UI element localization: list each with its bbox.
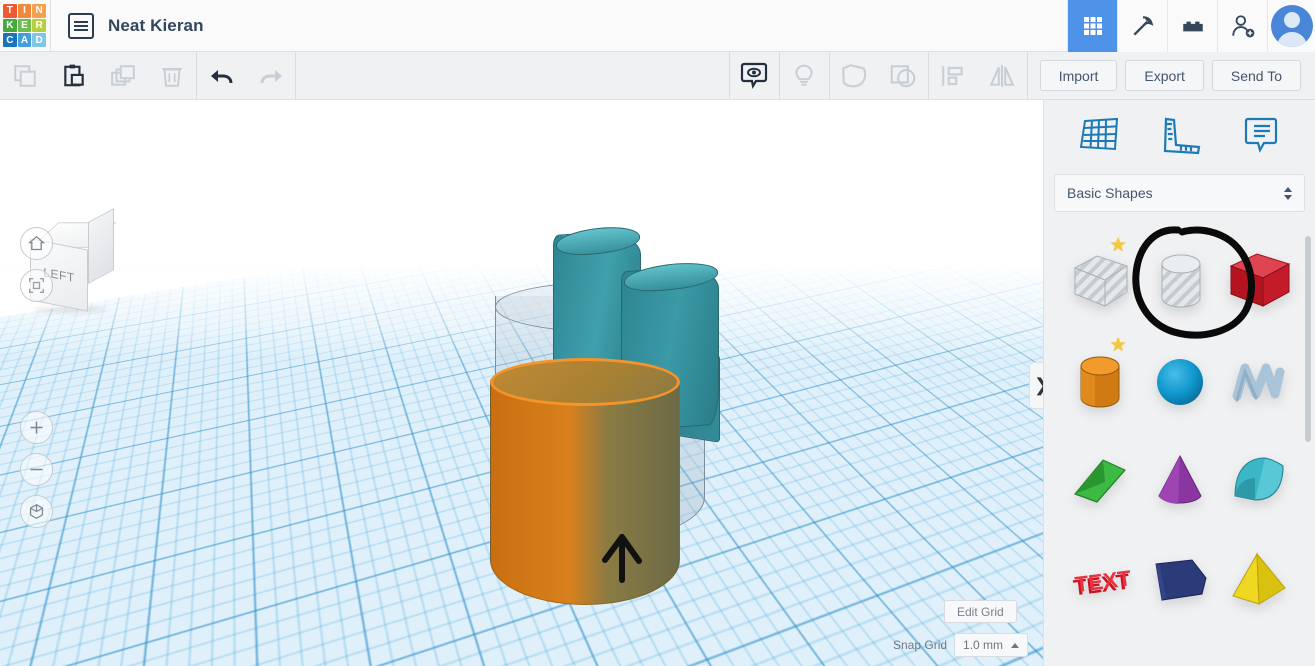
shape-category-value: Basic Shapes: [1067, 185, 1153, 201]
snap-grid-label: Snap Grid: [893, 638, 948, 652]
divider: [1026, 52, 1028, 99]
pickaxe-icon[interactable]: [1117, 0, 1167, 52]
undo-icon[interactable]: [197, 52, 246, 99]
3d-canvas[interactable]: LEFT: [0, 100, 1043, 666]
align-icon[interactable]: [929, 52, 978, 99]
tinkercad-logo[interactable]: T I N K E R C A D: [2, 3, 47, 48]
logo-tile-7: A: [17, 33, 32, 47]
ungroup-icon[interactable]: [879, 52, 928, 99]
duplicate-icon[interactable]: [98, 52, 147, 99]
page-title: Neat Kieran: [108, 15, 204, 35]
paste-icon[interactable]: [49, 52, 98, 99]
shape-item-pyramid-yellow[interactable]: [1219, 530, 1298, 630]
hand-drawn-circle: [1130, 222, 1262, 352]
gallery-grid-icon[interactable]: [1067, 0, 1117, 52]
shape-item-row5-b[interactable]: [1141, 630, 1220, 666]
logo-tile-8: D: [32, 33, 46, 47]
export-button[interactable]: Export: [1125, 60, 1204, 91]
shapes-panel: Basic Shapes ★ ★ TEXT TEXT: [1043, 100, 1315, 666]
snap-grid-select[interactable]: 1.0 mm: [954, 633, 1029, 657]
group-icon[interactable]: [830, 52, 879, 99]
avatar[interactable]: [1267, 0, 1315, 52]
shape-item-polygon-navy[interactable]: [1141, 530, 1220, 630]
snap-grid-control: Snap Grid 1.0 mm: [893, 633, 1029, 657]
home-view-button[interactable]: [20, 227, 53, 260]
send-to-button[interactable]: Send To: [1211, 60, 1301, 91]
top-bar-actions: [1067, 0, 1315, 52]
invite-person-icon[interactable]: [1217, 0, 1267, 52]
edit-grid-button[interactable]: Edit Grid: [944, 600, 1017, 623]
import-button[interactable]: Import: [1039, 60, 1118, 91]
perspective-toggle-button[interactable]: [20, 495, 53, 528]
workplane-icon[interactable]: [1075, 113, 1123, 157]
chevron-updown-icon: [1284, 186, 1292, 200]
shape-item-tube-teal[interactable]: [1219, 430, 1298, 530]
logo-tile-2: N: [32, 4, 46, 18]
shape-category-select[interactable]: Basic Shapes: [1054, 174, 1305, 212]
logo-tile-6: C: [3, 33, 17, 47]
hand-drawn-arrow: [592, 522, 654, 589]
top-bar: T I N K E R C A D Neat Kieran: [0, 0, 1315, 52]
divider: [50, 0, 51, 52]
tinkercad-app: T I N K E R C A D Neat Kieran Import Exp…: [0, 0, 1315, 666]
shape-item-box-hole[interactable]: ★: [1062, 230, 1141, 330]
light-bulb-icon[interactable]: [780, 52, 829, 99]
panel-header-icons: [1044, 100, 1315, 170]
shape-item-row5-c[interactable]: [1219, 630, 1298, 666]
logo-tile-3: K: [3, 18, 17, 33]
edit-toolbar: Import Export Send To: [0, 52, 1315, 100]
snap-grid-value: 1.0 mm: [963, 638, 1004, 652]
zoom-in-button[interactable]: [20, 411, 53, 444]
logo-tile-0: T: [3, 4, 17, 18]
shape-item-roof-green[interactable]: [1062, 430, 1141, 530]
favorite-star-icon: ★: [1109, 335, 1127, 356]
copy-icon[interactable]: [0, 52, 49, 99]
divider: [295, 52, 296, 99]
workplane-grid: [0, 100, 1043, 666]
logo-tile-4: E: [17, 18, 32, 33]
panel-scrollbar[interactable]: [1305, 236, 1311, 442]
logo-tile-1: I: [17, 4, 32, 18]
shape-item-row5-a[interactable]: [1062, 630, 1141, 666]
ruler-icon[interactable]: [1156, 113, 1204, 157]
shape-item-cone-purple[interactable]: [1141, 430, 1220, 530]
blocks-icon[interactable]: [1167, 0, 1217, 52]
delete-icon[interactable]: [147, 52, 196, 99]
file-actions: Import Export Send To: [1039, 60, 1315, 91]
fit-to-view-button[interactable]: [20, 269, 53, 302]
notes-icon[interactable]: [1237, 113, 1285, 157]
logo-tile-5: R: [32, 18, 46, 33]
shape-item-text-red[interactable]: TEXT TEXT: [1062, 530, 1141, 630]
favorite-star-icon: ★: [1109, 235, 1127, 256]
zoom-out-button[interactable]: [20, 453, 53, 486]
mirror-icon[interactable]: [978, 52, 1027, 99]
redo-icon[interactable]: [246, 52, 295, 99]
list-icon[interactable]: [68, 12, 94, 39]
shape-item-cylinder-orange[interactable]: ★: [1062, 330, 1141, 430]
caret-up-icon: [1011, 642, 1020, 648]
annotation-eye-icon[interactable]: [730, 52, 779, 99]
view-cube-right-face[interactable]: [88, 208, 114, 284]
